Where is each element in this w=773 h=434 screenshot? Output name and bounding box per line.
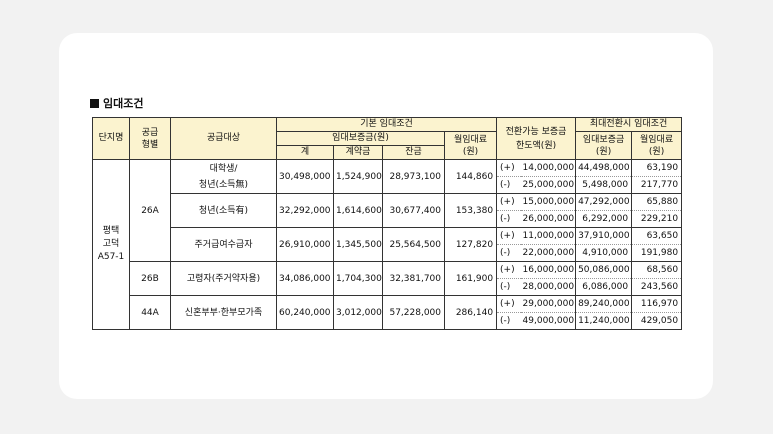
max-monthly-cell: 191,980: [631, 244, 683, 262]
increase-sign: (+): [496, 295, 521, 313]
monthly-rent-cell: 161,900: [443, 261, 498, 296]
header-max-deposit: 임대보증금 (원): [575, 131, 633, 160]
max-monthly-cell: 63,650: [631, 227, 683, 245]
deposit-total-cell: 30,498,000: [276, 159, 334, 194]
max-monthly-cell: 65,880: [631, 193, 683, 211]
increase-amount: 29,000,000: [520, 295, 577, 313]
max-monthly-cell: 229,210: [631, 210, 683, 228]
complex-name-cell: 평택 고덕 A57-1: [92, 159, 130, 330]
max-monthly-cell: 243,560: [631, 278, 683, 296]
decrease-sign: (-): [496, 312, 521, 330]
balance-cell: 32,381,700: [382, 261, 445, 296]
header-deposit: 임대보증금(원): [276, 131, 445, 146]
supply-type-cell: 26B: [129, 261, 171, 296]
deposit-total-cell: 34,086,000: [276, 261, 334, 296]
max-deposit-cell: 37,910,000: [575, 227, 633, 245]
header-supply-type: 공급 형별: [129, 117, 171, 160]
decrease-amount: 22,000,000: [520, 244, 577, 262]
decrease-sign: (-): [496, 210, 521, 228]
square-bullet-icon: [90, 99, 99, 108]
header-supply-target: 공급대상: [170, 117, 277, 160]
max-monthly-cell: 217,770: [631, 176, 683, 194]
down-payment-cell: 1,345,500: [333, 227, 383, 262]
max-deposit-cell: 50,086,000: [575, 261, 633, 279]
down-payment-cell: 1,614,600: [333, 193, 383, 228]
header-max-monthly: 월임대료 (원): [631, 131, 683, 160]
max-monthly-cell: 429,050: [631, 312, 683, 330]
balance-cell: 57,228,000: [382, 295, 445, 330]
section-title: 임대조건: [90, 97, 143, 111]
max-monthly-cell: 63,190: [631, 159, 683, 177]
max-deposit-cell: 44,498,000: [575, 159, 633, 177]
max-deposit-cell: 11,240,000: [575, 312, 633, 330]
max-monthly-cell: 116,970: [631, 295, 683, 313]
increase-amount: 16,000,000: [520, 261, 577, 279]
table-row: 주거급여수급자 26,910,000 1,345,500 25,564,500 127,…: [93, 227, 683, 262]
table-row: 청년(소득有) 32,292,000 1,614,600 30,677,400 153,…: [93, 193, 683, 228]
rent-conditions-table: 단지명 공급 형별 공급대상 기본 임대조건 전환가능 보증금 한도액(원) 최…: [92, 117, 683, 330]
decrease-amount: 26,000,000: [520, 210, 577, 228]
increase-sign: (+): [496, 261, 521, 279]
table-row: 평택 고덕 A57-1 26A 대학생/ 청년(소득無) 30,498,000 1,52…: [92, 159, 683, 330]
header-max-conversion: 최대전환시 임대조건: [575, 117, 683, 132]
increase-sign: (+): [496, 227, 521, 245]
monthly-rent-cell: 153,380: [443, 193, 498, 228]
header-down-payment: 계약금: [333, 145, 383, 160]
max-monthly-cell: 68,560: [631, 261, 683, 279]
monthly-rent-cell: 286,140: [443, 295, 498, 330]
supply-target-cell: 대학생/ 청년(소득無): [170, 159, 277, 194]
decrease-amount: 49,000,000: [520, 312, 577, 330]
deposit-total-cell: 26,910,000: [276, 227, 334, 262]
supply-target-cell: 고령자(주거약자용): [170, 261, 277, 296]
header-total: 계: [276, 145, 334, 160]
header-balance: 잔금: [382, 145, 445, 160]
increase-amount: 11,000,000: [520, 227, 577, 245]
monthly-rent-cell: 127,820: [443, 227, 498, 262]
balance-cell: 28,973,100: [382, 159, 445, 194]
deposit-total-cell: 60,240,000: [276, 295, 334, 330]
supply-target-cell: 주거급여수급자: [170, 227, 277, 262]
balance-cell: 30,677,400: [382, 193, 445, 228]
down-payment-cell: 1,524,900: [333, 159, 383, 194]
supply-type-cell: 26A: [129, 159, 171, 262]
max-deposit-cell: 6,292,000: [575, 210, 633, 228]
max-deposit-cell: 5,498,000: [575, 176, 633, 194]
decrease-amount: 28,000,000: [520, 278, 577, 296]
increase-amount: 15,000,000: [520, 193, 577, 211]
increase-sign: (+): [496, 193, 521, 211]
down-payment-cell: 1,704,300: [333, 261, 383, 296]
supply-type-cell: 44A: [129, 295, 171, 330]
header-complex: 단지명: [92, 117, 130, 160]
down-payment-cell: 3,012,000: [333, 295, 383, 330]
decrease-sign: (-): [496, 176, 521, 194]
monthly-rent-cell: 144,860: [443, 159, 498, 194]
table-row: 44A 신혼부부·한부모가족 60,240,000 3,012,000 57,228,0…: [93, 295, 683, 330]
supply-target-cell: 청년(소득有): [170, 193, 277, 228]
max-deposit-cell: 89,240,000: [575, 295, 633, 313]
balance-cell: 25,564,500: [382, 227, 445, 262]
max-deposit-cell: 47,292,000: [575, 193, 633, 211]
max-deposit-cell: 6,086,000: [575, 278, 633, 296]
increase-sign: (+): [496, 159, 521, 177]
decrease-amount: 25,000,000: [520, 176, 577, 194]
max-deposit-cell: 4,910,000: [575, 244, 633, 262]
decrease-sign: (-): [496, 278, 521, 296]
increase-amount: 14,000,000: [520, 159, 577, 177]
header-basic-conditions: 기본 임대조건: [275, 117, 498, 132]
header-monthly-rent: 월임대료 (원): [443, 131, 498, 160]
section-title-text: 임대조건: [103, 97, 144, 110]
table-row: 26B 고령자(주거약자용) 34,086,000 1,704,300 32,381,7…: [93, 261, 683, 296]
deposit-total-cell: 32,292,000: [276, 193, 334, 228]
supply-target-cell: 신혼부부·한부모가족: [170, 295, 277, 330]
decrease-sign: (-): [496, 244, 521, 262]
header-convertible-limit: 전환가능 보증금 한도액(원): [496, 117, 577, 160]
